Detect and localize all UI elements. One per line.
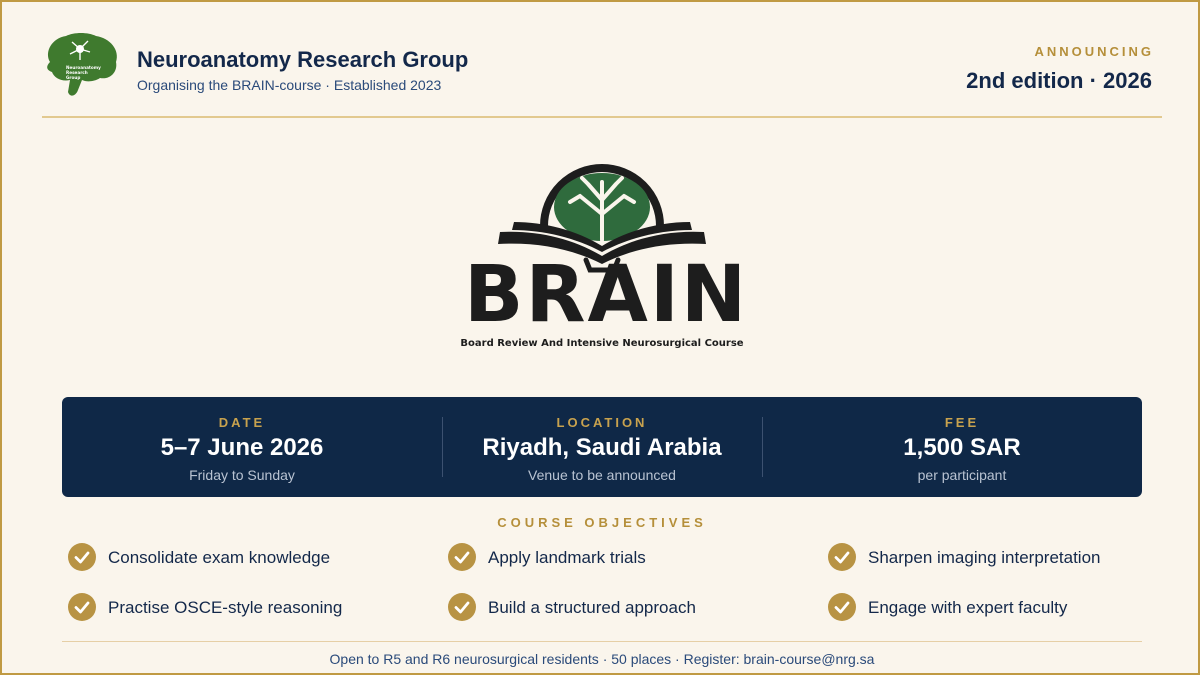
check-icon: [68, 593, 96, 621]
info-sub: per participant: [917, 467, 1007, 483]
check-icon: [448, 593, 476, 621]
check-icon: [68, 543, 96, 571]
info-value: Riyadh, Saudi Arabia: [482, 434, 722, 461]
info-sub: Friday to Sunday: [189, 467, 295, 483]
objective-text: Consolidate exam knowledge: [108, 548, 331, 567]
announce-label: ANNOUNCING: [1034, 44, 1154, 59]
info-value: 1,500 SAR: [903, 434, 1021, 461]
check-icon: [828, 543, 856, 571]
objective-text: Engage with expert faculty: [868, 598, 1068, 617]
header: Neuroanatomy Research Group Neuroanatomy…: [42, 32, 1162, 102]
objective-text: Build a structured approach: [488, 598, 696, 617]
objective-text: Practise OSCE-style reasoning: [108, 598, 343, 617]
brain-tagline: Board Review And Intensive Neurosurgical…: [460, 338, 744, 349]
poster-frame: Neuroanatomy Research Group Neuroanatomy…: [0, 0, 1200, 675]
info-location: LOCATION Riyadh, Saudi Arabia Venue to b…: [422, 397, 782, 497]
objective-text: Apply landmark trials: [488, 548, 646, 567]
org-brain-logo-icon: Neuroanatomy Research Group: [47, 33, 117, 96]
check-icon: [828, 593, 856, 621]
info-value: 5–7 June 2026: [160, 434, 324, 461]
info-label: LOCATION: [556, 415, 648, 430]
objectives-title: COURSE OBJECTIVES: [497, 515, 707, 530]
header-divider: [42, 116, 1162, 118]
check-icon: [448, 543, 476, 571]
org-subtitle: Organising the BRAIN-course · Establishe…: [137, 77, 442, 93]
svg-text:Group: Group: [66, 75, 80, 80]
footer-text: Open to R5 and R6 neurosurgical resident…: [329, 651, 875, 667]
info-band: DATE 5–7 June 2026 Friday to Sunday LOCA…: [62, 397, 1142, 497]
objective-text: Sharpen imaging interpretation: [868, 548, 1101, 567]
info-sub: Venue to be announced: [528, 467, 676, 483]
info-label: DATE: [218, 415, 266, 430]
info-date: DATE 5–7 June 2026 Friday to Sunday: [62, 397, 422, 497]
org-name: Neuroanatomy Research Group: [137, 47, 469, 72]
info-fee: FEE 1,500 SAR per participant: [782, 397, 1142, 497]
info-divider: [762, 417, 763, 477]
edition-label: 2nd edition · 2026: [966, 68, 1152, 93]
info-label: FEE: [944, 415, 980, 430]
footer-divider: [62, 641, 1142, 642]
brain-wordmark: BRAIN: [464, 250, 749, 340]
